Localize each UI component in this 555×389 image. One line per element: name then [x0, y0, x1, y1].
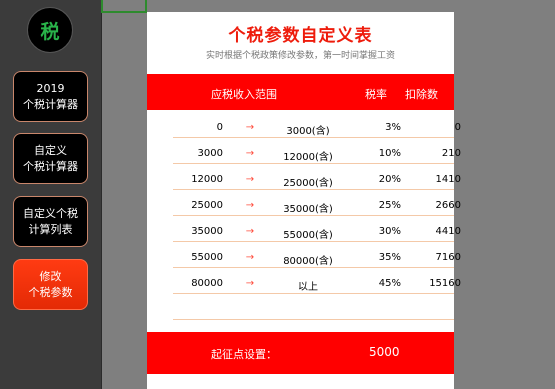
arrow-icon: →	[245, 226, 255, 237]
table-row: 0 → 3000(含) 3% 0	[173, 116, 461, 138]
page-subtitle: 实时根据个税政策修改参数，第一时间掌握工资	[205, 51, 395, 61]
bracket-rate[interactable]: 20%	[363, 174, 401, 185]
nav-label-line1: 自定义	[34, 143, 67, 157]
bracket-deduction[interactable]: 15160	[401, 278, 461, 289]
nav-label-line1: 自定义个税	[23, 206, 78, 220]
cell-selection-indicator	[101, 0, 147, 13]
bracket-deduction[interactable]: 0	[401, 122, 461, 133]
params-card: 个税参数自定义表 实时根据个税政策修改参数，第一时间掌握工资 应税收入范围 税率…	[147, 12, 461, 389]
bracket-low[interactable]: 55000	[173, 252, 223, 263]
nav-label-line2: 个税计算器	[23, 159, 78, 173]
nav-label-line2: 个税计算器	[23, 97, 78, 111]
bracket-high[interactable]: 12000(含)	[273, 148, 343, 163]
bracket-low[interactable]: 80000	[173, 278, 223, 289]
bracket-low[interactable]: 12000	[173, 174, 223, 185]
header-range: 应税收入范围	[211, 88, 277, 101]
nav-edit-params-button[interactable]: 修改 个税参数	[13, 259, 88, 310]
header-rate: 税率	[365, 88, 387, 101]
bracket-rate[interactable]: 35%	[363, 252, 401, 263]
nav-label-line2: 计算列表	[28, 222, 73, 236]
page-title: 个税参数自定义表	[228, 26, 373, 46]
bracket-deduction[interactable]: 1410	[401, 174, 461, 185]
table-row: 55000 → 80000(含) 35% 7160	[173, 246, 461, 268]
bracket-deduction[interactable]: 4410	[401, 226, 461, 237]
threshold-bar: 起征点设置： 5000	[147, 332, 454, 374]
arrow-icon: →	[245, 174, 255, 185]
arrow-icon: →	[245, 148, 255, 159]
table-row: 3000 → 12000(含) 10% 210	[173, 142, 461, 164]
bracket-rate[interactable]: 3%	[363, 122, 401, 133]
sidebar: 税 2019 个税计算器 自定义 个税计算器 自定义个税 计算列表 修改 个税参…	[0, 0, 102, 389]
bracket-rate[interactable]: 10%	[363, 148, 401, 159]
arrow-icon: →	[245, 278, 255, 289]
bracket-high[interactable]: 35000(含)	[273, 200, 343, 215]
table-row: 35000 → 55000(含) 30% 4410	[173, 220, 461, 242]
bracket-rate[interactable]: 45%	[363, 278, 401, 289]
bracket-rate[interactable]: 25%	[363, 200, 401, 211]
bracket-low[interactable]: 0	[173, 122, 223, 133]
bracket-deduction[interactable]: 210	[401, 148, 461, 159]
bracket-low[interactable]: 3000	[173, 148, 223, 159]
bracket-deduction[interactable]: 2660	[401, 200, 461, 211]
table-header: 应税收入范围 税率 扣除数	[147, 74, 454, 110]
table-row: 12000 → 25000(含) 20% 1410	[173, 168, 461, 190]
arrow-icon: →	[245, 122, 255, 133]
bracket-low[interactable]: 35000	[173, 226, 223, 237]
header-deduction: 扣除数	[405, 88, 438, 101]
nav-label-line1: 2019	[36, 81, 65, 95]
arrow-icon: →	[245, 252, 255, 263]
bracket-low[interactable]: 25000	[173, 200, 223, 211]
bracket-deduction[interactable]: 7160	[401, 252, 461, 263]
threshold-label: 起征点设置：	[211, 348, 277, 361]
nav-custom-list-button[interactable]: 自定义个税 计算列表	[13, 196, 88, 247]
nav-custom-calculator-button[interactable]: 自定义 个税计算器	[13, 133, 88, 184]
arrow-icon: →	[245, 200, 255, 211]
logo-text: 税	[40, 20, 60, 43]
tax-logo: 税	[27, 7, 73, 53]
bracket-high[interactable]: 以上	[273, 278, 343, 293]
nav-2019-calculator-button[interactable]: 2019 个税计算器	[13, 71, 88, 122]
table-row: 80000 → 以上 45% 15160	[173, 272, 461, 294]
table-row-empty	[173, 298, 454, 320]
bracket-rate[interactable]: 30%	[363, 226, 401, 237]
bracket-high[interactable]: 80000(含)	[273, 252, 343, 267]
threshold-value[interactable]: 5000	[369, 345, 400, 359]
bracket-high[interactable]: 25000(含)	[273, 174, 343, 189]
table-row: 25000 → 35000(含) 25% 2660	[173, 194, 461, 216]
nav-label-line2: 个税参数	[28, 285, 73, 299]
bracket-high[interactable]: 3000(含)	[273, 122, 343, 137]
nav-label-line1: 修改	[39, 269, 62, 283]
bracket-high[interactable]: 55000(含)	[273, 226, 343, 241]
